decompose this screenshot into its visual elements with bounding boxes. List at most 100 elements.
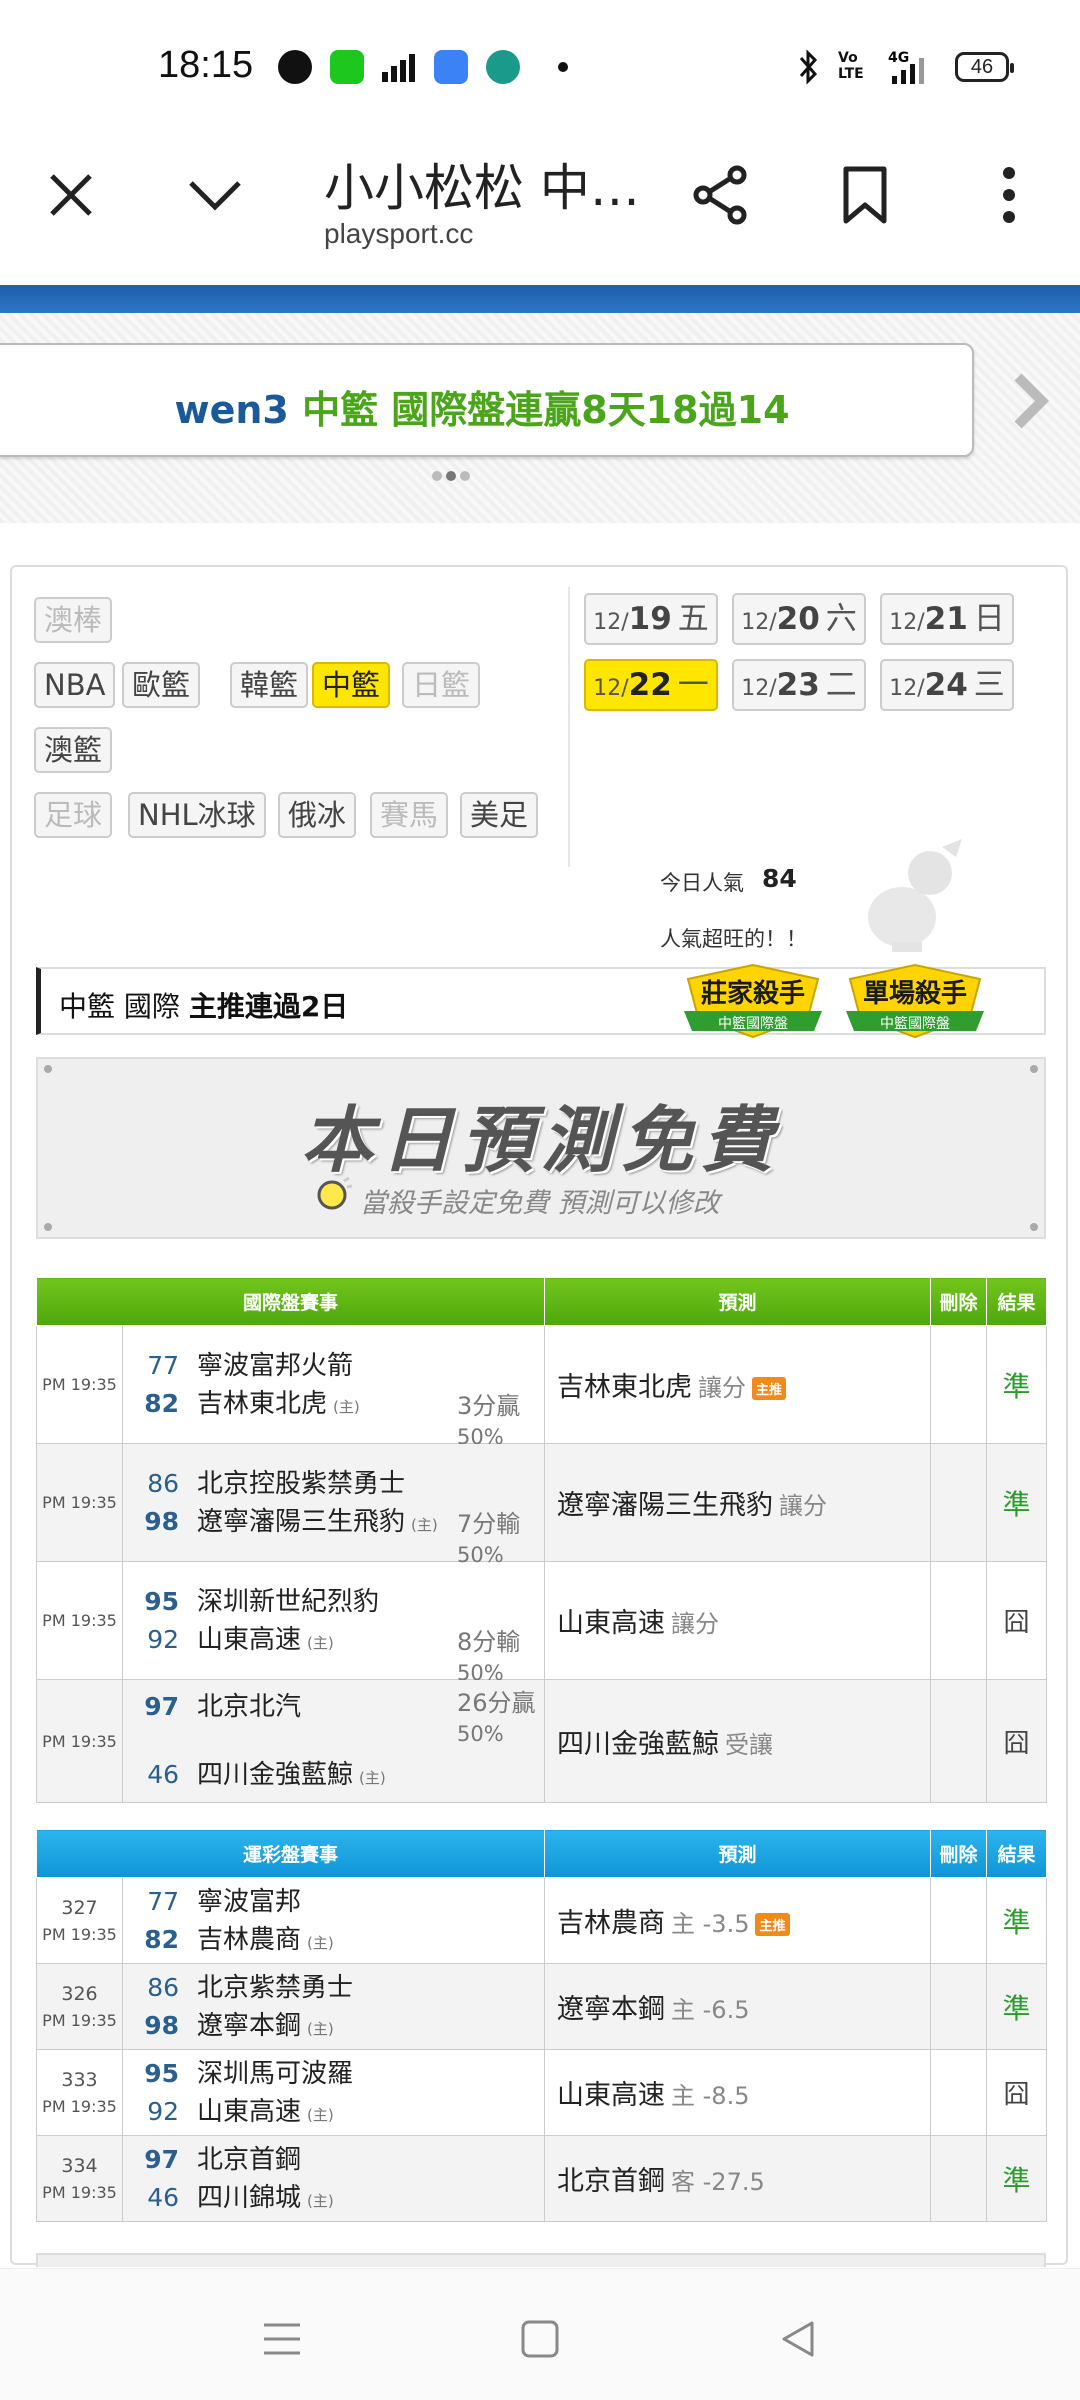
date-tab[interactable]: 12/19 五: [584, 593, 718, 645]
carousel-dot[interactable]: [432, 471, 442, 481]
main-pick-tag: 主推: [752, 1377, 787, 1400]
banner-next-button[interactable]: [1010, 371, 1050, 435]
team-line: 98 遼寧本鋼 (主): [123, 2007, 544, 2045]
bookmark-button[interactable]: [830, 160, 900, 230]
team-name[interactable]: 山東高速: [197, 2097, 301, 2127]
margin-text: 26分贏: [457, 1689, 536, 1717]
lightbulb-icon: [317, 1177, 352, 1210]
team-score: 77: [147, 1350, 179, 1380]
game-time: PM 19:35: [36, 1561, 123, 1680]
result-cell: 準: [986, 2135, 1048, 2222]
score-margin: 8分輸 50%: [457, 1627, 520, 1688]
free-prediction-banner: 本日預測免費 當殺手設定免費 預測可以修改: [36, 1057, 1046, 1239]
page-title: 小小松松 中…: [324, 159, 640, 217]
badge-sub: 中籃國際盤: [718, 1016, 788, 1032]
sport-tab[interactable]: 澳籃: [34, 727, 113, 773]
lott-col-delete: 刪除: [930, 1829, 988, 1878]
date-tab[interactable]: 12/20 六: [732, 593, 866, 645]
pick-team: 四川金強藍鯨: [557, 1728, 720, 1760]
banner-user: wen3: [174, 388, 289, 432]
sport-tab[interactable]: NHL冰球: [128, 792, 266, 838]
sport-tab: 賽馬: [370, 792, 449, 838]
sport-tab[interactable]: 歐籃: [122, 662, 201, 708]
result-cell: 準: [986, 1325, 1048, 1444]
sport-tab[interactable]: NBA: [34, 662, 116, 708]
date-tab[interactable]: 12/24 三: [880, 659, 1014, 711]
margin-text: 7分輸: [457, 1509, 521, 1538]
sport-tab[interactable]: 中籃: [312, 662, 391, 708]
matchup-cell: 95 深圳馬可波羅 92 山東高速 (主): [121, 2049, 546, 2136]
home-button[interactable]: [510, 2309, 570, 2369]
lott-col-pick: 預測: [544, 1829, 932, 1878]
team-name[interactable]: 山東高速: [197, 1625, 301, 1655]
back-button[interactable]: [768, 2309, 828, 2369]
team-name[interactable]: 吉林農商: [197, 1925, 301, 1955]
banner-text: 中籃 國際盤連贏8天18過14: [288, 388, 790, 432]
date-day: 21: [924, 601, 968, 637]
more-menu-button[interactable]: [974, 160, 1044, 230]
promo-banner-area: wen3 中籃 國際盤連贏8天18過14: [0, 313, 1080, 523]
more-notifications-icon: [558, 62, 568, 72]
team-name[interactable]: 寧波富邦: [197, 1887, 301, 1917]
date-day: 20: [776, 601, 820, 637]
table-row: 327 PM 19:35 77 寧波富邦 82 吉林農商 (主) 吉林農商主 -3.5 主推準: [36, 1877, 1048, 1964]
team-name[interactable]: 北京控股紫禁勇士: [197, 1469, 405, 1499]
team-name[interactable]: 北京首鋼: [197, 2145, 301, 2175]
promo-banner[interactable]: wen3 中籃 國際盤連贏8天18過14: [0, 343, 974, 457]
team-name[interactable]: 四川錦城: [197, 2183, 301, 2213]
score-margin: 26分贏 50%: [457, 1688, 536, 1749]
pick-team: 北京首鋼: [557, 2166, 666, 2197]
recent-apps-button[interactable]: [252, 2309, 312, 2369]
home-marker: (主): [307, 1633, 334, 1652]
date-month: 12/: [741, 610, 777, 635]
team-name[interactable]: 深圳新世紀烈豹: [197, 1587, 379, 1617]
sport-tab[interactable]: 韓籃: [230, 662, 309, 708]
team-name[interactable]: 北京紫禁勇士: [197, 1973, 353, 2003]
team-name[interactable]: 四川金強藍鯨: [197, 1760, 353, 1790]
carousel-dot[interactable]: [460, 471, 470, 481]
team-score: 92: [147, 2096, 179, 2126]
intl-col-pick: 預測: [544, 1277, 932, 1326]
team-name[interactable]: 遼寧瀋陽三生飛豹: [197, 1507, 405, 1537]
system-nav-bar: [0, 2268, 1080, 2400]
svg-text:4G: 4G: [888, 50, 909, 66]
team-score: 98: [144, 1506, 179, 1536]
killer-badge[interactable]: 單場殺手 中籃國際盤: [840, 959, 990, 1043]
team-line: 92 山東高速 (主): [123, 2093, 544, 2131]
share-button[interactable]: [686, 160, 756, 230]
more-vertical-icon: [1003, 167, 1015, 223]
matchup-cell: 86 北京紫禁勇士 98 遼寧本鋼 (主): [121, 1963, 546, 2050]
team-line: 95 深圳新世紀烈豹: [123, 1583, 544, 1621]
team-name[interactable]: 遼寧本鋼: [197, 2011, 301, 2041]
date-day: 23: [776, 667, 820, 703]
sport-tab[interactable]: 美足: [460, 792, 539, 838]
date-weekday: 六: [825, 601, 857, 637]
date-tab[interactable]: 12/22 一: [584, 659, 718, 711]
date-weekday: 日: [973, 601, 1005, 637]
team-name[interactable]: 吉林東北虎: [197, 1389, 327, 1419]
date-tab[interactable]: 12/23 二: [732, 659, 866, 711]
matchup: 97 北京北汽 46 四川金強藍鯨 (主) 26分贏 50%: [123, 1688, 544, 1794]
team-name[interactable]: 深圳馬可波羅: [197, 2059, 353, 2089]
team-line: 77 寧波富邦火箭: [123, 1347, 544, 1385]
game-time: PM 19:35: [36, 1679, 123, 1803]
pick-note: 讓分: [779, 1492, 828, 1520]
home-marker: (主): [307, 1933, 334, 1952]
collapse-button[interactable]: [180, 160, 250, 230]
sport-tab[interactable]: 俄冰: [278, 792, 357, 838]
carousel-dot-active[interactable]: [446, 471, 456, 481]
game-time: PM 19:35: [42, 2011, 117, 2030]
table-row: PM 19:35 97 北京北汽 46 四川金強藍鯨 (主) 26分贏 50% 四川金強藍鯨 受讓…: [36, 1679, 1048, 1803]
date-tab[interactable]: 12/21 日: [880, 593, 1014, 645]
team-name[interactable]: 北京北汽: [197, 1692, 301, 1722]
team-score: 95: [144, 1586, 179, 1616]
sport-tab: 日籃: [402, 662, 481, 708]
game-number: 334: [61, 2155, 98, 2177]
menu-divider: [568, 587, 570, 867]
close-icon: [50, 174, 92, 216]
close-tab-button[interactable]: [36, 160, 106, 230]
browser-toolbar: 小小松松 中… playsport.cc: [0, 120, 1080, 285]
team-name[interactable]: 寧波富邦火箭: [197, 1351, 353, 1381]
pin-icon: [44, 1223, 52, 1231]
killer-badge[interactable]: 莊家殺手 中籃國際盤: [678, 959, 828, 1043]
